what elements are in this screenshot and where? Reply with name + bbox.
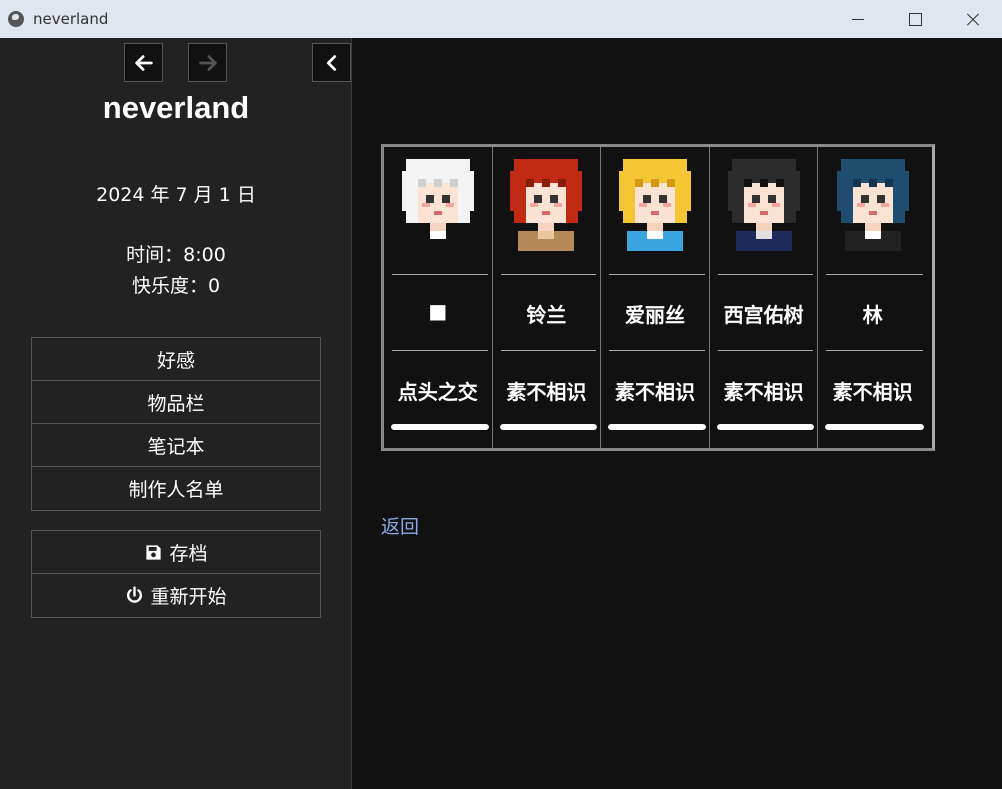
row-divider	[392, 274, 488, 275]
game-time: 时间：8:00	[126, 244, 226, 266]
character-name: 铃兰	[526, 303, 567, 327]
affinity-progress-fill	[716, 424, 815, 430]
app-globe-icon	[8, 11, 24, 27]
affinity-progress-fill	[499, 424, 598, 430]
row-divider	[826, 350, 923, 351]
row-divider	[717, 274, 814, 275]
power-icon	[127, 586, 143, 603]
affinity-progress-bar	[499, 424, 598, 430]
sidebar: neverland 2024 年 7 月 1 日 时间：8:00 快乐度：0 好…	[0, 38, 352, 789]
character-column: 西宫佑树 素不相识	[710, 147, 819, 448]
affinity-progress-fill	[608, 424, 706, 430]
menu-item-label: 好感	[156, 349, 195, 372]
restart-label: 重新开始	[150, 586, 227, 608]
save-icon	[146, 544, 162, 560]
story-title: neverland	[102, 90, 250, 125]
affinity-progress-bar	[608, 424, 706, 430]
system-menu: 存档 重新开始	[31, 530, 321, 618]
character-portrait-icon	[836, 159, 909, 251]
save-label: 存档	[169, 542, 208, 565]
back-link[interactable]: 返回	[381, 512, 419, 539]
relationship-status: 素不相识	[506, 380, 587, 404]
affinity-progress-bar	[391, 424, 489, 430]
affinity-progress-fill	[391, 424, 489, 430]
history-back-button[interactable]	[124, 43, 163, 82]
passage-area: ■ 点头之交 铃兰 素不相识 爱丽丝 素不相识 西宫佑树 素不相识林素不相识 返回	[353, 38, 1002, 789]
character-portrait-icon	[401, 159, 474, 251]
character-column: 爱丽丝 素不相识	[601, 147, 710, 448]
menu-item-label: 制作人名单	[128, 479, 224, 501]
restart-button[interactable]: 重新开始	[32, 574, 320, 617]
arrow-right-icon	[198, 54, 217, 71]
row-divider	[500, 350, 597, 351]
relationship-status: 素不相识	[832, 380, 913, 404]
game-date: 2024 年 7 月 1 日	[96, 184, 256, 206]
relationship-status: 点头之交	[397, 380, 478, 404]
row-divider	[609, 350, 705, 351]
character-column: 林素不相识	[818, 147, 927, 448]
row-divider	[500, 274, 597, 275]
chevron-left-icon	[326, 54, 336, 71]
row-divider	[717, 350, 814, 351]
save-button[interactable]: 存档	[32, 531, 320, 574]
window-titlebar: neverland	[0, 0, 1002, 38]
menu-item-affection[interactable]: 好感	[32, 338, 320, 381]
row-divider	[609, 274, 705, 275]
character-portrait-icon	[510, 159, 583, 251]
menu-item-label: 物品栏	[147, 392, 205, 415]
sidebar-collapse-button[interactable]	[312, 43, 351, 82]
affinity-progress-bar	[716, 424, 815, 430]
character-column: 铃兰 素不相识	[493, 147, 602, 448]
menu-item-label: 笔记本	[147, 435, 205, 458]
affinity-progress-bar	[825, 424, 924, 430]
character-portrait-icon	[727, 159, 800, 251]
character-affinity-table: ■ 点头之交 铃兰 素不相识 爱丽丝 素不相识 西宫佑树 素不相识林素不相识	[381, 144, 935, 451]
menu-item-credits[interactable]: 制作人名单	[32, 467, 320, 510]
relationship-status: 素不相识	[614, 380, 695, 404]
arrow-left-icon	[134, 54, 153, 71]
character-column: ■ 点头之交	[384, 147, 493, 448]
story-menu: 好感 物品栏 笔记本 制作人名单	[31, 337, 321, 511]
character-name: ■	[428, 299, 448, 323]
character-portrait-icon	[618, 159, 691, 251]
menu-item-inventory[interactable]: 物品栏	[32, 381, 320, 424]
affinity-progress-fill	[825, 424, 924, 430]
character-name: 爱丽丝	[624, 303, 685, 327]
character-name: 西宫佑树	[723, 303, 804, 327]
row-divider	[392, 350, 488, 351]
happiness-stat: 快乐度：0	[131, 275, 221, 297]
close-button[interactable]	[944, 0, 1001, 38]
window-title: neverland	[33, 10, 109, 28]
minimize-button[interactable]	[830, 0, 887, 38]
relationship-status: 素不相识	[723, 380, 804, 404]
row-divider	[826, 274, 923, 275]
character-name: 林	[862, 303, 883, 327]
history-forward-button[interactable]	[188, 43, 227, 82]
menu-item-notebook[interactable]: 笔记本	[32, 424, 320, 467]
maximize-button[interactable]	[887, 0, 944, 38]
